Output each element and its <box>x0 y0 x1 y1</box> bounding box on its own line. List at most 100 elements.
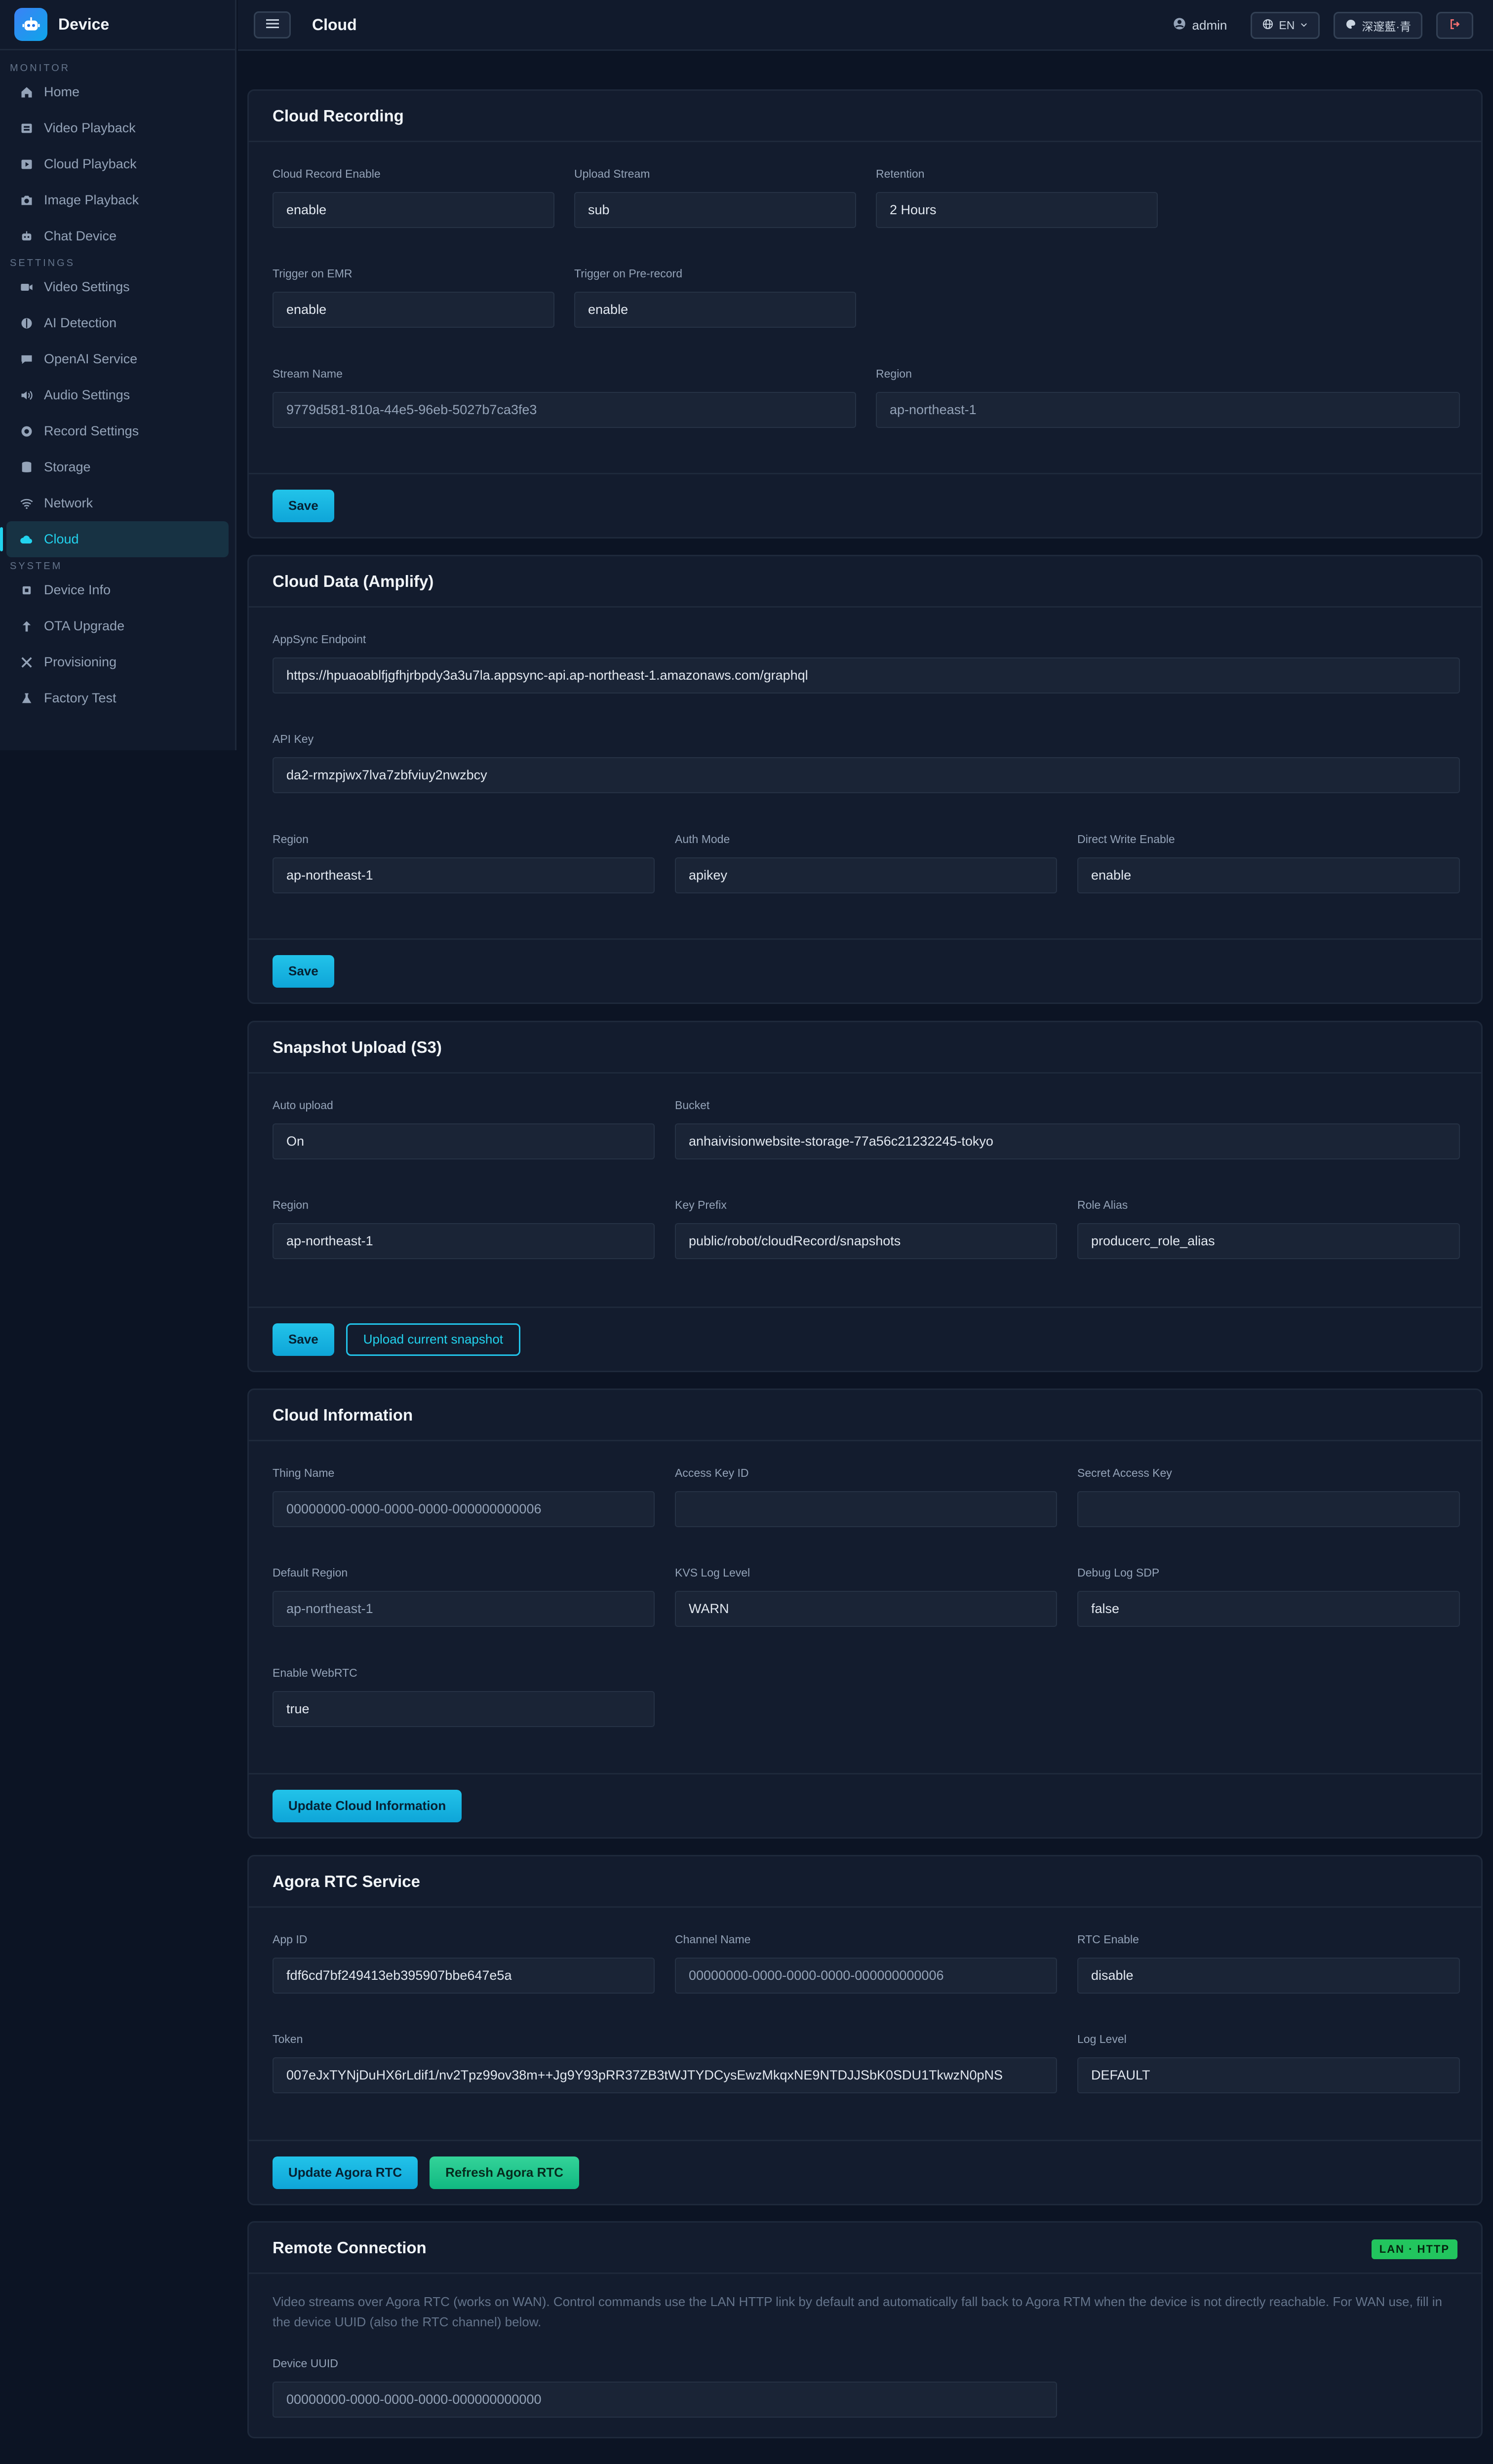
language-select[interactable]: EN <box>1251 12 1320 39</box>
sidebar-item-video-playback[interactable]: Video Playback <box>6 110 229 146</box>
save-button[interactable]: Save <box>273 1323 334 1356</box>
auth-mode-field: Auth Mode apikey <box>675 833 1057 893</box>
save-button[interactable]: Save <box>273 489 334 522</box>
nav-section-settings: SETTINGS <box>10 258 76 269</box>
field-label: Role Alias <box>1077 1198 1128 1211</box>
retention-select[interactable]: 2 Hours <box>876 192 1158 228</box>
upload-stream-select[interactable]: sub <box>574 192 856 228</box>
auth-mode-select[interactable]: apikey <box>675 857 1057 893</box>
role-alias-input[interactable]: producerc_role_alias <box>1077 1223 1460 1259</box>
sidebar-item-ai-detection[interactable]: AI Detection <box>6 305 229 341</box>
cloud-record-enable-select[interactable]: enable <box>273 192 554 228</box>
app-id-field: App ID fdf6cd7bf249413eb395907bbe647e5a <box>273 1933 655 1994</box>
field-label: Token <box>273 2033 303 2045</box>
auto-upload-select[interactable]: On <box>273 1123 655 1159</box>
field-label: Access Key ID <box>675 1466 749 1479</box>
theme-select[interactable]: 深邃藍·青 <box>1334 12 1422 39</box>
sidebar-item-storage[interactable]: Storage <box>6 449 229 485</box>
region-field: Region ap-northeast-1 <box>273 1198 655 1259</box>
upload-stream-field: Upload Stream sub <box>574 167 856 228</box>
logout-button[interactable] <box>1436 12 1473 39</box>
sidebar-item-cloud-playback[interactable]: Cloud Playback <box>6 146 229 182</box>
sidebar-item-openai-service[interactable]: OpenAI Service <box>6 341 229 377</box>
sidebar-item-network[interactable]: Network <box>6 485 229 521</box>
update-cloud-info-button[interactable]: Update Cloud Information <box>273 1789 462 1822</box>
brain-icon <box>19 316 34 331</box>
theme-label: 深邃藍·青 <box>1362 20 1411 33</box>
default-region-field: Default Region ap-northeast-1 <box>273 1566 655 1627</box>
stream-name-input[interactable]: 9779d581-810a-44e5-96eb-5027b7ca3fe3 <box>273 392 856 428</box>
sidebar-item-factory-test[interactable]: Factory Test <box>6 680 229 716</box>
refresh-agora-button[interactable]: Refresh Agora RTC <box>430 2156 580 2189</box>
video-camera-icon <box>19 280 34 295</box>
sidebar-item-provisioning[interactable]: Provisioning <box>6 644 229 680</box>
sidebar-item-label: Home <box>44 84 80 99</box>
channel-name-field: Channel Name 00000000-0000-0000-0000-000… <box>675 1933 1057 1994</box>
nav-section-monitor: MONITOR <box>10 63 71 74</box>
brand: Device <box>0 0 235 50</box>
trigger-prerecord-select[interactable]: enable <box>574 292 856 328</box>
enable-webrtc-select[interactable]: true <box>273 1691 655 1727</box>
app-id-input[interactable]: fdf6cd7bf249413eb395907bbe647e5a <box>273 1958 655 1994</box>
sidebar-item-label: Provisioning <box>44 654 117 669</box>
field-label: Auto upload <box>273 1099 333 1112</box>
thing-name-input[interactable]: 00000000-0000-0000-0000-000000000006 <box>273 1491 655 1527</box>
kvs-log-level-select[interactable]: WARN <box>675 1591 1057 1627</box>
sidebar-item-ota-upgrade[interactable]: OTA Upgrade <box>6 608 229 644</box>
bucket-input[interactable]: anhaivisionwebsite-storage-77a56c2123224… <box>675 1123 1460 1159</box>
sidebar-item-home[interactable]: Home <box>6 74 229 110</box>
region-input[interactable]: ap-northeast-1 <box>273 857 655 893</box>
snapshot-upload-card: Snapshot Upload (S3) Auto upload On Buck… <box>247 1021 1483 1372</box>
cloud-icon <box>19 532 34 547</box>
sidebar-item-image-playback[interactable]: Image Playback <box>6 182 229 218</box>
upload-snapshot-button[interactable]: Upload current snapshot <box>346 1323 521 1356</box>
user-menu[interactable]: admin <box>1173 17 1227 34</box>
trigger-emr-select[interactable]: enable <box>273 292 554 328</box>
sidebar-item-audio-settings[interactable]: Audio Settings <box>6 377 229 413</box>
remote-connection-card: Remote Connection LAN · HTTP Video strea… <box>247 2221 1483 2438</box>
card-title: Remote Connection <box>273 2238 427 2257</box>
rtc-enable-select[interactable]: disable <box>1077 1958 1460 1994</box>
field-label: Key Prefix <box>675 1198 727 1211</box>
appsync-endpoint-input[interactable]: https://hpuaoablfjgfhjrbpdy3a3u7la.appsy… <box>273 657 1460 693</box>
card-title: Cloud Recording <box>273 106 404 125</box>
log-level-select[interactable]: DEFAULT <box>1077 2057 1460 2093</box>
region-field: Region ap-northeast-1 <box>273 833 655 893</box>
debug-log-sdp-select[interactable]: false <box>1077 1591 1460 1627</box>
save-button[interactable]: Save <box>273 955 334 988</box>
token-input[interactable]: 007eJxTYNjDuHX6rLdif1/nv2Tpz99ov38m++Jg9… <box>273 2057 1057 2093</box>
wifi-icon <box>19 496 34 511</box>
tools-icon <box>19 655 34 670</box>
update-agora-button[interactable]: Update Agora RTC <box>273 2156 418 2189</box>
access-key-input[interactable] <box>675 1491 1057 1527</box>
sidebar-item-cloud[interactable]: Cloud <box>0 521 229 557</box>
channel-name-input[interactable]: 00000000-0000-0000-0000-000000000006 <box>675 1958 1057 1994</box>
rtc-enable-field: RTC Enable disable <box>1077 1933 1460 1994</box>
sidebar-item-device-info[interactable]: Device Info <box>6 572 229 608</box>
direct-write-select[interactable]: enable <box>1077 857 1460 893</box>
default-region-input[interactable]: ap-northeast-1 <box>273 1591 655 1627</box>
field-label: Trigger on EMR <box>273 267 353 280</box>
stream-name-field: Stream Name 9779d581-810a-44e5-96eb-5027… <box>273 367 856 428</box>
sidebar-item-video-settings[interactable]: Video Settings <box>6 269 229 305</box>
flask-icon <box>19 691 34 706</box>
device-uuid-input[interactable]: 00000000-0000-0000-0000-000000000000 <box>273 2382 1057 2418</box>
sidebar-item-chat-device[interactable]: Chat Device <box>6 218 229 254</box>
secret-key-field: Secret Access Key <box>1077 1466 1460 1527</box>
menu-button[interactable] <box>254 11 291 38</box>
sidebar-item-record-settings[interactable]: Record Settings <box>6 413 229 449</box>
region-input[interactable]: ap-northeast-1 <box>273 1223 655 1259</box>
token-field: Token 007eJxTYNjDuHX6rLdif1/nv2Tpz99ov38… <box>273 2033 1057 2093</box>
username: admin <box>1192 18 1227 33</box>
api-key-input[interactable]: da2-rmzpjwx7lva7zbfviuy2nwzbcy <box>273 757 1460 793</box>
sidebar-item-label: Cloud <box>44 532 79 546</box>
field-label: Auth Mode <box>675 833 730 846</box>
secret-key-input[interactable] <box>1077 1491 1460 1527</box>
field-label: Thing Name <box>273 1466 335 1479</box>
field-label: RTC Enable <box>1077 1933 1139 1946</box>
region-input[interactable]: ap-northeast-1 <box>876 392 1460 428</box>
key-prefix-input[interactable]: public/robot/cloudRecord/snapshots <box>675 1223 1057 1259</box>
connection-status-badge: LAN · HTTP <box>1371 2239 1457 2259</box>
robot-icon <box>14 8 47 41</box>
remote-description: Video streams over Agora RTC (works on W… <box>273 2294 1442 2329</box>
